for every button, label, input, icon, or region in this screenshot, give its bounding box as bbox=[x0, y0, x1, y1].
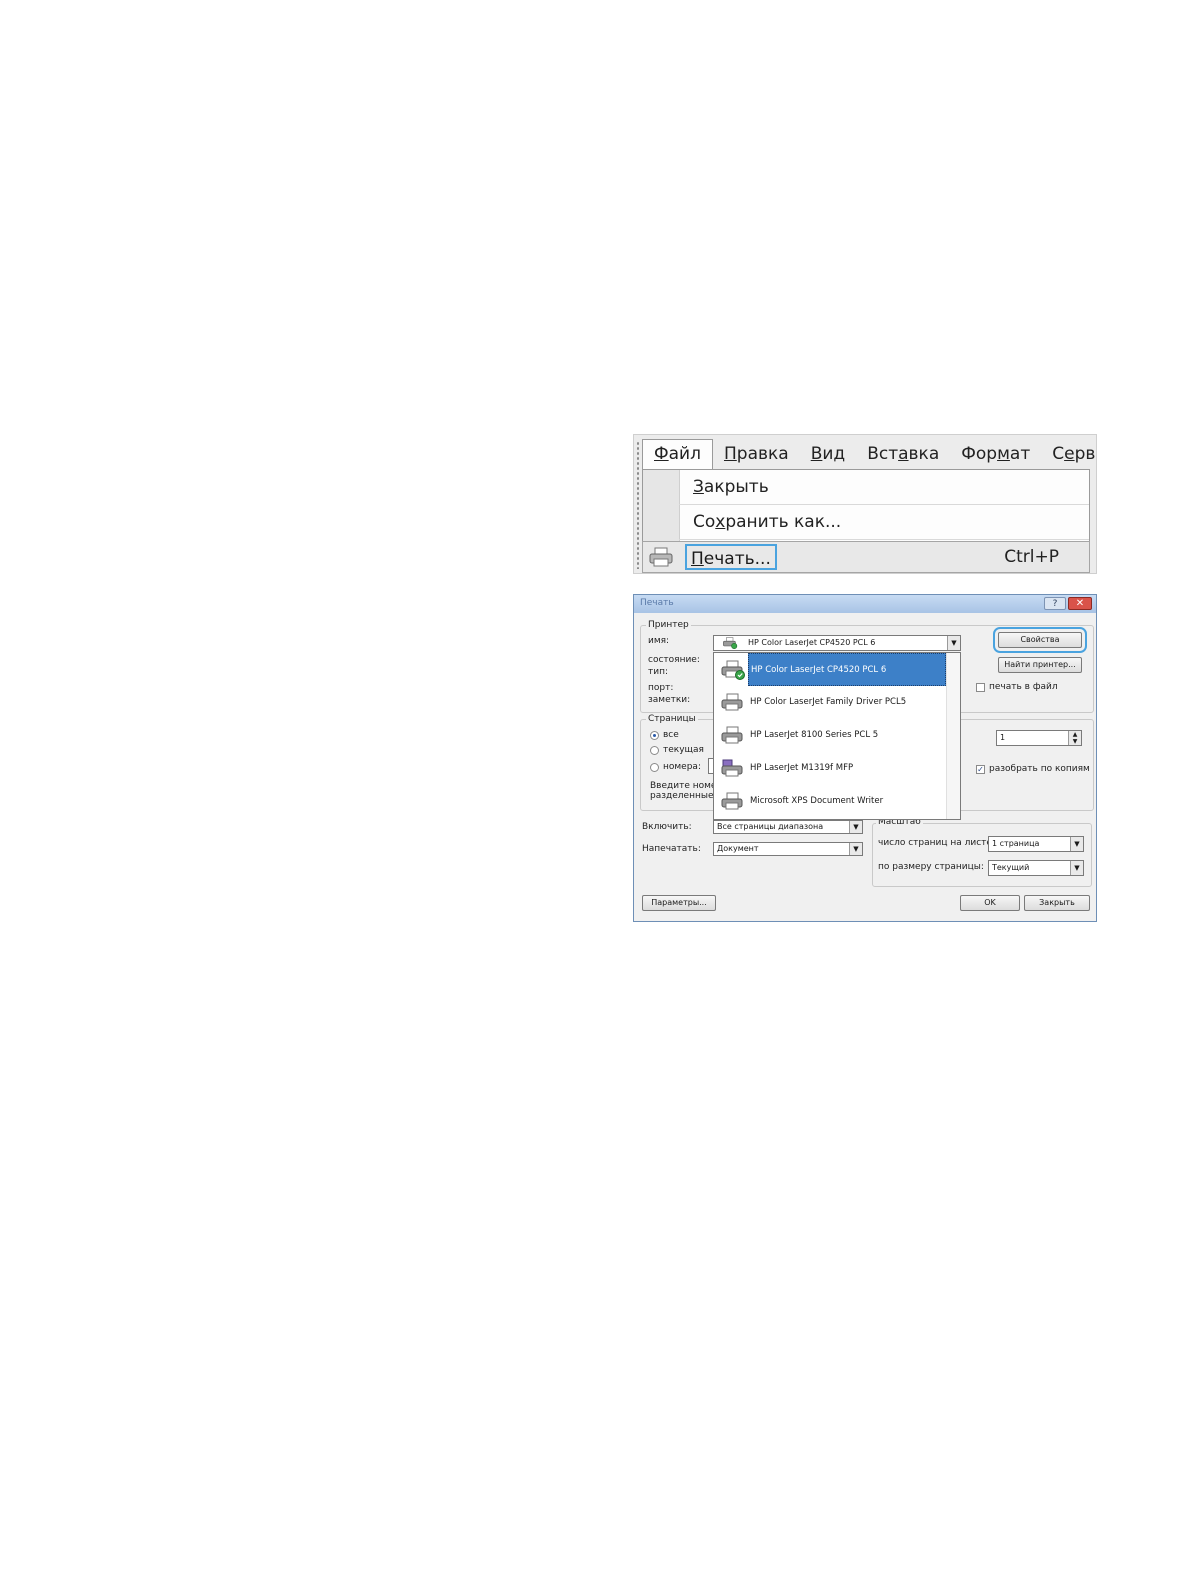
menu-tools[interactable]: Сервис bbox=[1041, 439, 1096, 469]
pages-current-radio[interactable] bbox=[650, 746, 659, 755]
pages-per-sheet-select[interactable]: 1 страница ▼ bbox=[988, 836, 1084, 852]
pages-hint-2: разделенные з bbox=[650, 791, 722, 801]
print-shortcut: Ctrl+P bbox=[1004, 547, 1059, 567]
properties-button[interactable]: Свойства bbox=[993, 627, 1087, 653]
help-button[interactable]: ? bbox=[1044, 597, 1066, 610]
menu-edit[interactable]: Правка bbox=[713, 439, 800, 469]
printer-icon bbox=[721, 693, 743, 711]
pages-per-sheet-label: число страниц на листе: bbox=[878, 838, 995, 848]
collate-label: разобрать по копиям bbox=[989, 764, 1090, 774]
pages-all-label: все bbox=[663, 730, 679, 740]
chevron-down-icon[interactable]: ▼ bbox=[849, 843, 862, 855]
printer-option[interactable]: HP Color LaserJet Family Driver PCL5 bbox=[714, 686, 946, 719]
print-what-label: Напечатать: bbox=[642, 844, 701, 854]
pages-hint-1: Введите номер bbox=[650, 781, 723, 791]
notes-label: заметки: bbox=[648, 695, 691, 705]
print-what-select[interactable]: Документ ▼ bbox=[713, 842, 863, 856]
scale-group bbox=[872, 823, 1092, 887]
printer-option[interactable]: HP LaserJet M1319f MFP bbox=[714, 752, 946, 785]
print-to-file-label: печать в файл bbox=[989, 682, 1058, 692]
pages-group-label: Страницы bbox=[646, 714, 698, 724]
copies-input[interactable]: 1 ▲ ▼ bbox=[996, 730, 1082, 746]
pages-numbers-label: номера: bbox=[663, 762, 701, 772]
printer-icon bbox=[721, 792, 743, 810]
dialog-titlebar[interactable]: Печать ? ✕ bbox=[634, 595, 1096, 613]
menu-bar: Файл Правка Вид Вставка Формат Сервис bbox=[642, 439, 1096, 471]
port-label: порт: bbox=[648, 683, 674, 693]
printer-default-icon bbox=[721, 660, 745, 680]
pages-current-label: текущая bbox=[663, 745, 704, 755]
print-label-highlight: Печать... bbox=[685, 544, 777, 570]
close-button[interactable]: Закрыть bbox=[1024, 895, 1090, 911]
chevron-down-icon[interactable]: ▼ bbox=[849, 821, 862, 833]
printer-option[interactable]: Microsoft XPS Document Writer bbox=[714, 785, 946, 818]
options-button[interactable]: Параметры... bbox=[642, 895, 716, 911]
print-dialog: Печать ? ✕ Принтер имя: HP Color LaserJe… bbox=[633, 594, 1097, 922]
include-select[interactable]: Все страницы диапазона ▼ bbox=[713, 820, 863, 834]
close-window-button[interactable]: ✕ bbox=[1068, 597, 1092, 610]
include-label: Включить: bbox=[642, 822, 692, 832]
ok-button[interactable]: OK bbox=[960, 895, 1020, 911]
fax-printer-icon bbox=[721, 759, 743, 777]
menu-item-print[interactable]: Печать... Ctrl+P bbox=[642, 541, 1090, 573]
type-label: тип: bbox=[648, 667, 669, 677]
list-scrollbar[interactable] bbox=[946, 653, 960, 819]
fit-to-page-select[interactable]: Текущий ▼ bbox=[988, 860, 1084, 876]
status-label: состояние: bbox=[648, 655, 700, 665]
printer-icon bbox=[721, 726, 743, 744]
printer-option[interactable]: HP Color LaserJet CP4520 PCL 6 bbox=[714, 653, 946, 686]
printer-default-icon bbox=[723, 637, 738, 649]
printer-name-label: имя: bbox=[648, 636, 670, 646]
printer-option[interactable]: HP LaserJet 8100 Series PCL 5 bbox=[714, 719, 946, 752]
pages-all-radio[interactable] bbox=[650, 731, 659, 740]
dialog-title: Печать bbox=[640, 598, 674, 608]
collate-checkbox[interactable]: ✓ bbox=[976, 765, 985, 774]
chevron-down-icon[interactable]: ▼ bbox=[1070, 861, 1083, 875]
menu-file[interactable]: Файл bbox=[642, 439, 713, 471]
menu-item-save-as[interactable]: Сохранить как... bbox=[679, 505, 1089, 540]
chevron-down-icon[interactable]: ▼ bbox=[1070, 837, 1083, 851]
pages-numbers-radio[interactable] bbox=[650, 763, 659, 772]
menu-item-close[interactable]: Закрыть bbox=[679, 470, 1089, 505]
printer-icon bbox=[649, 547, 673, 567]
fit-to-page-label: по размеру страницы: bbox=[878, 862, 984, 872]
print-to-file-checkbox[interactable] bbox=[976, 683, 985, 692]
printer-dropdown-list: HP Color LaserJet CP4520 PCL 6 HP Color … bbox=[713, 652, 961, 820]
printer-group-label: Принтер bbox=[646, 620, 691, 630]
printer-name-select[interactable]: HP Color LaserJet CP4520 PCL 6 ▼ bbox=[713, 635, 961, 651]
menu-insert[interactable]: Вставка bbox=[856, 439, 950, 469]
find-printer-button[interactable]: Найти принтер... bbox=[998, 657, 1082, 673]
spinner-icon[interactable]: ▲ ▼ bbox=[1068, 731, 1081, 745]
file-menu-screenshot: Файл Правка Вид Вставка Формат Сервис За… bbox=[633, 434, 1097, 574]
toolbar-grip[interactable] bbox=[636, 441, 640, 569]
chevron-down-icon[interactable]: ▼ bbox=[947, 636, 960, 650]
menu-view[interactable]: Вид bbox=[800, 439, 856, 469]
menu-format[interactable]: Формат bbox=[950, 439, 1041, 469]
